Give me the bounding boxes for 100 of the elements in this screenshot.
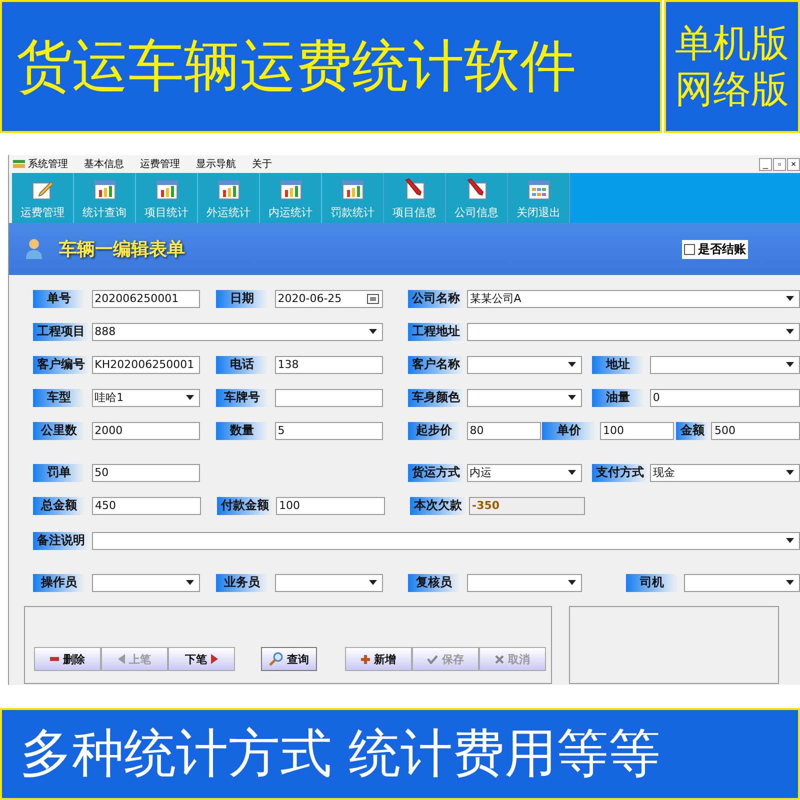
input-field[interactable] [274,388,384,406]
field-label: 司机 [626,574,678,592]
calendar-icon [367,294,380,304]
dropdown-field[interactable] [466,574,582,592]
delete-button[interactable]: 删除 [34,647,101,671]
field-label: 单号 [32,290,85,308]
restore-button[interactable]: ▫ [773,158,786,170]
field-label: 操作员 [32,574,85,592]
caret-icon [568,470,576,475]
settled-checkbox[interactable]: 是否结账 [682,240,748,258]
form-title: 车辆一编辑表单 [59,238,185,261]
field-label: 复核员 [408,574,460,592]
dropdown-field[interactable]: 现金 [650,464,800,482]
dropdown-field[interactable] [684,574,800,592]
minimize-button[interactable]: _ [759,158,772,170]
input-field[interactable]: KH202006250001 [92,356,200,374]
menu-item[interactable]: 运费管理 [140,157,180,171]
caret-icon [186,580,194,585]
cross-icon [495,654,504,664]
field-label: 单价 [542,422,596,440]
input-field[interactable]: 2000 [92,422,200,440]
field-label: 支付方式 [592,464,648,482]
input-field[interactable]: 450 [92,496,201,514]
dropdown-field[interactable] [466,322,800,340]
caret-icon [786,470,794,475]
banner-slogan: 多种统计方式 统计费用等等 [0,708,800,800]
input-field[interactable]: 500 [711,422,800,440]
caret-icon [568,395,576,400]
field-label: 地址 [592,356,644,374]
bar-chart-icon [342,180,364,200]
input-field[interactable]: 202006250001 [92,290,200,308]
dropdown-field[interactable]: 888 [92,322,384,340]
bar-chart-icon [156,180,178,200]
field-label: 起步价 [408,422,460,440]
input-field[interactable]: 100 [276,496,385,514]
field-label: 客户名称 [408,356,464,374]
bar-chart-icon [280,180,302,200]
user-icon [25,238,43,260]
field-label: 货运方式 [408,464,464,482]
field-label: 工程地址 [408,322,464,340]
dropdown-field[interactable]: 哇哈1 [92,388,200,406]
pencil-icon [404,178,426,200]
caret-icon [786,538,794,543]
input-field[interactable]: 138 [274,356,384,374]
field-label: 公司名称 [408,290,464,308]
dropdown-field[interactable] [274,574,384,592]
field-label: 备注说明 [32,532,89,550]
input-field[interactable]: 100 [600,422,674,440]
field-label: 本次欠款 [410,496,466,514]
dropdown-field[interactable]: 内运 [466,464,582,482]
field-label: 总金额 [33,496,85,514]
input-field[interactable]: 80 [466,422,542,440]
caret-icon [786,329,794,334]
dropdown-field[interactable] [92,532,800,550]
dropdown-field[interactable]: 某某公司A [466,290,800,308]
field-label: 数量 [216,422,268,440]
left-triangle-icon [118,654,125,664]
caret-icon [186,395,194,400]
field-label: 日期 [216,290,268,308]
field-label: 油量 [592,388,644,406]
field-label: 罚单 [32,464,85,482]
input-field[interactable]: 0 [650,388,800,406]
field-label: 工程项目 [32,322,89,340]
menu-item[interactable]: 关于 [252,157,272,171]
search-icon [269,652,283,666]
field-label: 金额 [676,422,710,440]
banner-title: 货运车辆运费统计软件 [0,0,662,133]
dropdown-field[interactable] [466,356,582,374]
pencil-note-icon [32,180,54,200]
edition-label: 网络版 [675,66,789,112]
caret-icon [786,296,794,301]
field-label: 公里数 [32,422,85,440]
caret-icon [786,580,794,585]
menu-item[interactable]: 基本信息 [84,157,124,171]
right-triangle-icon [211,654,218,664]
edition-label: 单机版 [675,20,789,66]
menu-item[interactable]: 显示导航 [196,157,236,171]
add-button[interactable]: 新增 [345,647,412,671]
field-label: 电话 [216,356,268,374]
dropdown-field[interactable] [466,388,582,406]
input-field: -350 [469,496,585,514]
field-label: 车身颜色 [408,388,464,406]
search-button[interactable]: 查询 [261,647,317,671]
check-icon [427,654,438,664]
dropdown-field[interactable] [92,574,200,592]
bar-chart-icon [94,180,116,200]
caret-icon [369,329,378,334]
grid-window-icon [528,180,550,200]
caret-icon [568,362,576,367]
dropdown-field[interactable] [650,356,800,374]
field-label: 客户编号 [32,356,89,374]
date-field[interactable]: 2020-06-25 [274,290,384,308]
input-field[interactable]: 5 [274,422,384,440]
close-button[interactable]: × [787,158,800,170]
input-field[interactable]: 50 [92,464,200,482]
pencil-icon [466,178,488,200]
next-button[interactable]: 下笔 [168,647,235,671]
menu-item[interactable]: 系统管理 [13,157,68,171]
field-label: 车牌号 [216,388,268,406]
plus-icon [361,654,370,664]
